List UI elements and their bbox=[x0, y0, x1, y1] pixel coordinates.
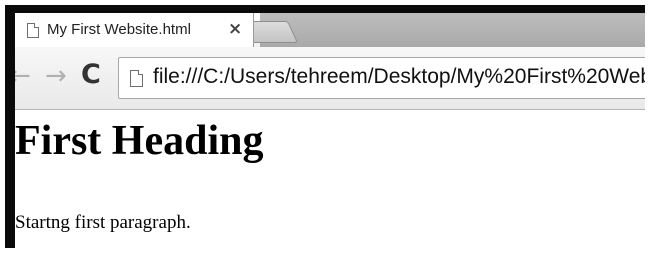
browser-window: My First Website.html × ← → C file:///C:… bbox=[15, 13, 645, 248]
back-arrow-icon[interactable]: ← bbox=[15, 61, 31, 91]
page-document-icon bbox=[130, 70, 143, 87]
page-heading: First Heading bbox=[15, 118, 264, 164]
address-bar[interactable]: file:///C:/Users/tehreem/Desktop/My%20Fi… bbox=[118, 57, 645, 99]
url-text[interactable]: file:///C:/Users/tehreem/Desktop/My%20Fi… bbox=[153, 65, 645, 89]
browser-toolbar: ← → C file:///C:/Users/tehreem/Desktop/M… bbox=[15, 47, 645, 110]
tab-strip: My First Website.html × bbox=[15, 13, 645, 47]
tab-title: My First Website.html bbox=[47, 21, 191, 38]
page-paragraph: Startng first paragraph. bbox=[15, 212, 191, 233]
reload-icon[interactable]: C bbox=[81, 59, 101, 90]
page-content: First Heading Startng first paragraph. bbox=[15, 110, 645, 248]
forward-arrow-icon[interactable]: → bbox=[45, 61, 67, 91]
tab-strip-background bbox=[260, 13, 645, 47]
active-tab[interactable]: My First Website.html × bbox=[15, 13, 254, 47]
document-icon bbox=[27, 23, 39, 38]
close-tab-icon[interactable]: × bbox=[228, 19, 242, 39]
screenshot-frame: My First Website.html × ← → C file:///C:… bbox=[5, 5, 645, 248]
